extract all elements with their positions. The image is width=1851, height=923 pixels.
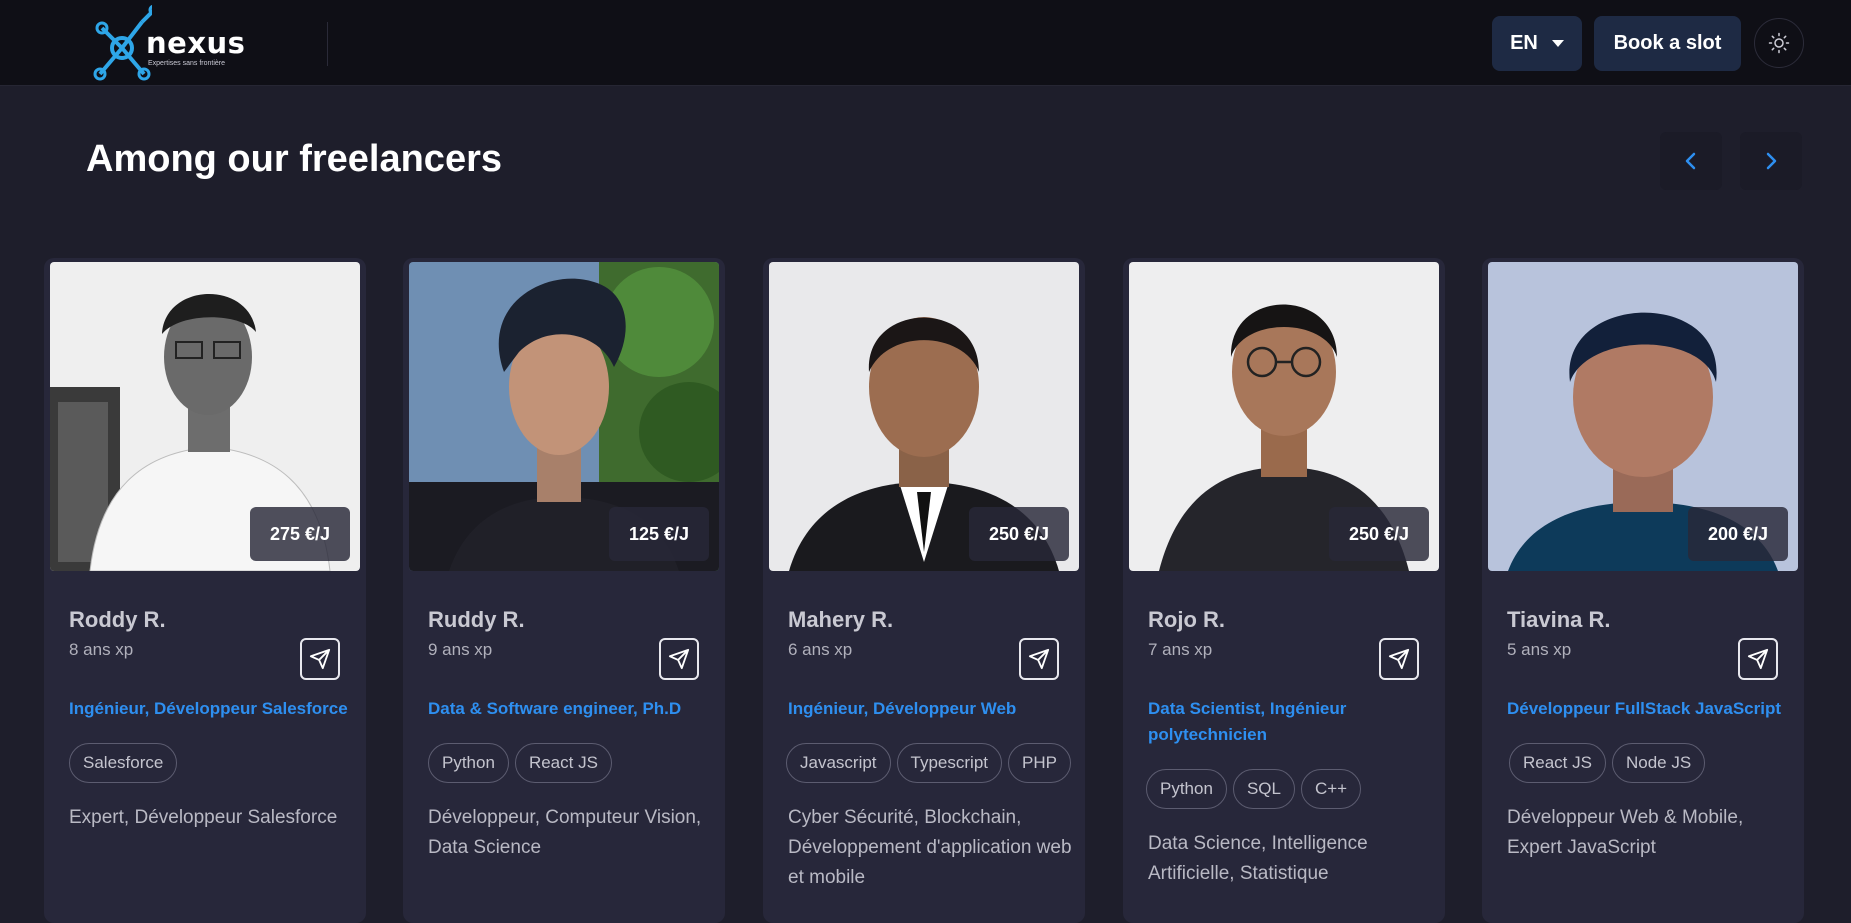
skill-tags: Python SQL C++ xyxy=(1146,769,1362,809)
freelancer-description: Expert, Développeur Salesforce xyxy=(69,807,338,828)
skill-tags: React JS Node JS xyxy=(1509,743,1706,783)
skill-tags: Python React JS xyxy=(428,743,612,783)
skill-tags: Salesforce xyxy=(69,743,178,783)
language-dropdown-button[interactable]: EN xyxy=(1492,16,1582,71)
rate-badge: 275 €/J xyxy=(249,507,350,561)
skill-tag: Node JS xyxy=(1611,743,1706,783)
freelancer-card[interactable]: 200 €/J Tiavina R. 5 ans xp Développeur … xyxy=(1482,258,1804,923)
freelancer-experience: 9 ans xp xyxy=(428,640,493,659)
freelancer-name: Ruddy R. xyxy=(428,607,525,632)
skill-tag: C++ xyxy=(1300,769,1362,809)
skill-tags: Javascript Typescript PHP xyxy=(786,743,1071,783)
skill-tag: Python xyxy=(1146,769,1227,809)
skill-tag: Salesforce xyxy=(69,743,178,783)
send-message-button[interactable] xyxy=(1738,638,1778,680)
skill-tag: Python xyxy=(428,743,509,783)
freelancer-experience: 6 ans xp xyxy=(788,640,853,659)
chevron-right-icon xyxy=(1766,152,1777,170)
top-navbar: nexus Expertises sans frontière EN Book … xyxy=(0,0,1851,86)
language-label: EN xyxy=(1510,32,1538,54)
header-divider xyxy=(327,22,328,66)
freelancer-card[interactable]: 275 €/J Roddy R. 8 ans xp Ingénieur, Dév… xyxy=(44,258,366,923)
freelancer-photo: 200 €/J xyxy=(1488,262,1798,571)
freelancer-role: Data & Software engineer, Ph.D xyxy=(428,699,682,718)
freelancer-role: Ingénieur, Développeur Web xyxy=(788,699,1017,718)
freelancer-role: Data Scientist, Ingénieur polytechnicien xyxy=(1148,699,1347,744)
nexus-logo[interactable]: nexus Expertises sans frontière xyxy=(92,4,252,82)
network-logo-icon xyxy=(93,4,152,81)
freelancer-name: Tiavina R. xyxy=(1507,607,1611,632)
freelancer-description: Cyber Sécurité, Blockchain, Développemen… xyxy=(788,807,1072,888)
skill-tag: React JS xyxy=(514,743,612,783)
freelancer-experience: 7 ans xp xyxy=(1148,640,1213,659)
freelancer-experience: 8 ans xp xyxy=(69,640,134,659)
skill-tag: SQL xyxy=(1232,769,1295,809)
send-message-button[interactable] xyxy=(1019,638,1059,680)
freelancer-role: Ingénieur, Développeur Salesforce xyxy=(69,699,348,718)
send-message-button[interactable] xyxy=(300,638,340,680)
paper-plane-icon xyxy=(1747,648,1769,670)
skill-tag: Javascript xyxy=(786,743,891,783)
freelancer-name: Roddy R. xyxy=(69,607,166,632)
sun-icon xyxy=(1768,32,1790,54)
caret-down-icon xyxy=(1551,40,1564,47)
logo-wordmark: nexus xyxy=(146,26,246,60)
freelancer-photo: 275 €/J xyxy=(50,262,360,571)
send-message-button[interactable] xyxy=(659,638,699,680)
theme-toggle-button[interactable] xyxy=(1754,18,1804,68)
skill-tag: React JS xyxy=(1509,743,1606,783)
carousel-prev-button[interactable] xyxy=(1660,132,1722,190)
section-title: Among our freelancers xyxy=(86,138,502,180)
freelancer-role: Développeur FullStack JavaScript xyxy=(1507,699,1781,718)
freelancer-card[interactable]: 125 €/J Ruddy R. 9 ans xp Data & Softwar… xyxy=(403,258,725,923)
freelancer-description: Développeur, Computeur Vision, Data Scie… xyxy=(428,807,702,858)
logo-tagline: Expertises sans frontière xyxy=(148,60,226,67)
rate-badge: 200 €/J xyxy=(1687,507,1788,561)
freelancer-card[interactable]: 250 €/J Mahery R. 6 ans xp Ingénieur, Dé… xyxy=(763,258,1085,923)
rate-badge: 125 €/J xyxy=(608,507,709,561)
skill-tag: Typescript xyxy=(896,743,1003,783)
freelancer-photo: 250 €/J xyxy=(769,262,1079,571)
freelancer-photo: 250 €/J xyxy=(1129,262,1439,571)
rate-badge: 250 €/J xyxy=(968,507,1069,561)
chevron-left-icon xyxy=(1685,152,1696,170)
book-a-slot-button[interactable]: Book a slot xyxy=(1594,16,1741,71)
freelancer-description: Développeur Web & Mobile, Expert JavaScr… xyxy=(1507,807,1744,858)
paper-plane-icon xyxy=(1028,648,1050,670)
freelancer-photo: 125 €/J xyxy=(409,262,719,571)
freelancer-card[interactable]: 250 €/J Rojo R. 7 ans xp Data Scientist,… xyxy=(1123,258,1445,923)
paper-plane-icon xyxy=(309,648,331,670)
carousel-next-button[interactable] xyxy=(1740,132,1802,190)
send-message-button[interactable] xyxy=(1379,638,1419,680)
freelancer-description: Data Science, Intelligence Artificielle,… xyxy=(1148,833,1368,884)
freelancer-experience: 5 ans xp xyxy=(1507,640,1572,659)
rate-badge: 250 €/J xyxy=(1328,507,1429,561)
paper-plane-icon xyxy=(1388,648,1410,670)
freelancer-name: Rojo R. xyxy=(1148,607,1225,632)
skill-tag: PHP xyxy=(1008,743,1071,783)
paper-plane-icon xyxy=(668,648,690,670)
freelancer-name: Mahery R. xyxy=(788,607,894,632)
